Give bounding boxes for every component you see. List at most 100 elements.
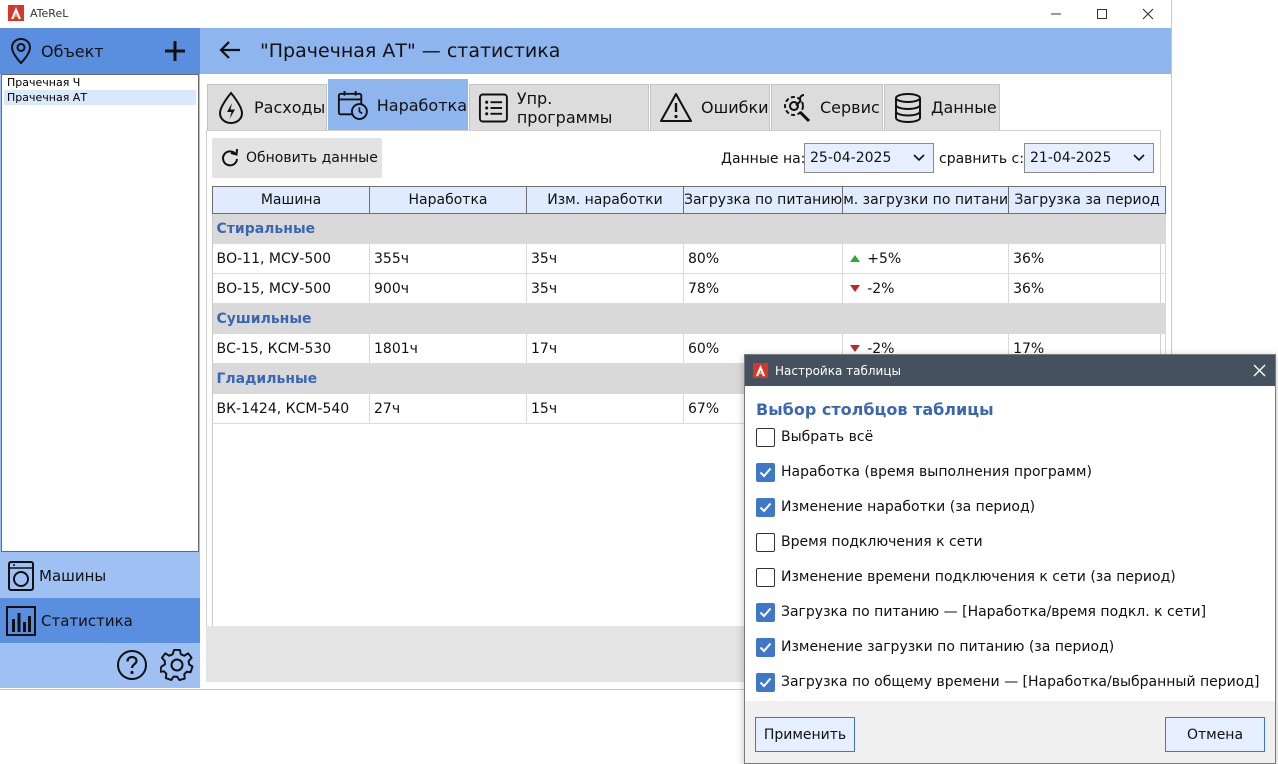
dialog-heading: Выбор столбцов таблицы bbox=[756, 400, 994, 419]
checkmark-icon bbox=[759, 607, 772, 617]
group-label: Сушильные bbox=[212, 303, 1166, 334]
calendar-clock-icon bbox=[337, 90, 368, 120]
option-runtime-change[interactable]: Изменение наработки (за период) bbox=[756, 497, 1035, 517]
option-connection-time-change[interactable]: Изменение времени подключения к сети (за… bbox=[756, 567, 1176, 587]
chevron-down-icon bbox=[1133, 154, 1145, 162]
tab-data-label: Данные bbox=[931, 98, 997, 117]
chevron-down-icon bbox=[913, 154, 925, 162]
column-header[interactable]: Изм. наработки bbox=[526, 186, 684, 214]
tab-bar: Расходы Наработка Упр. программы Ошибки … bbox=[200, 74, 1171, 130]
compare-select-value: 21-04-2025 bbox=[1030, 150, 1112, 166]
checkbox-unchecked[interactable] bbox=[756, 532, 775, 552]
tab-service-label: Сервис bbox=[820, 98, 880, 117]
checkbox-checked[interactable] bbox=[756, 637, 775, 657]
refresh-button[interactable]: Обновить данные bbox=[212, 138, 382, 178]
compare-date-select[interactable]: 21-04-2025 bbox=[1024, 143, 1154, 173]
column-header[interactable]: Загрузка по питанию bbox=[682, 186, 844, 214]
cell-period-load: 36% bbox=[1008, 243, 1167, 274]
minimize-button[interactable] bbox=[1033, 0, 1079, 28]
tab-data[interactable]: Данные bbox=[884, 84, 1000, 130]
add-object-icon[interactable] bbox=[164, 40, 186, 62]
column-header[interactable]: м. загрузки по питани bbox=[842, 186, 1010, 214]
maximize-button[interactable] bbox=[1079, 0, 1125, 28]
cell-runtime: 900ч bbox=[369, 273, 527, 304]
tab-service[interactable]: Сервис bbox=[771, 84, 883, 130]
option-label: Выбрать всё bbox=[781, 429, 874, 445]
cell-runtime: 27ч bbox=[369, 393, 527, 424]
table-row[interactable]: ВО-15, МСУ-500 900ч 35ч 78% -2% 36% bbox=[212, 273, 1167, 304]
page-title: "Прачечная АТ" — статистика bbox=[260, 40, 561, 62]
option-power-load[interactable]: Загрузка по питанию — [Наработка/время п… bbox=[756, 602, 1206, 622]
app-title: ATeReL bbox=[30, 7, 69, 20]
cell-runtime-change: 35ч bbox=[526, 243, 684, 274]
object-item-selected[interactable]: Прачечная АТ bbox=[4, 90, 196, 105]
checkbox-unchecked[interactable] bbox=[756, 427, 775, 447]
tab-program-control-label: Упр. программы bbox=[516, 88, 613, 127]
cell-machine: ВС-15, КСМ-530 bbox=[212, 333, 370, 364]
settings-gear-icon[interactable] bbox=[160, 648, 194, 682]
date-select[interactable]: 25-04-2025 bbox=[804, 143, 934, 173]
list-icon bbox=[478, 93, 508, 122]
checkbox-checked[interactable] bbox=[756, 672, 775, 692]
tab-runtime-label: Наработка bbox=[376, 95, 467, 115]
option-power-load-change[interactable]: Изменение загрузки по питанию (за период… bbox=[756, 637, 1114, 657]
location-pin-icon bbox=[10, 37, 32, 65]
service-gear-icon bbox=[784, 93, 811, 122]
apply-button[interactable]: Применить bbox=[755, 717, 855, 752]
nav-statistics[interactable]: Статистика bbox=[0, 598, 200, 643]
checkmark-icon bbox=[759, 677, 772, 687]
checkbox-checked[interactable] bbox=[756, 497, 775, 517]
trend-down-icon bbox=[850, 344, 861, 352]
app-logo-icon bbox=[8, 5, 24, 21]
dialog-title: Настройка таблицы bbox=[775, 364, 901, 378]
tab-program-control[interactable]: Упр. программы bbox=[469, 84, 649, 130]
checkbox-checked[interactable] bbox=[756, 602, 775, 622]
tab-errors-label: Ошибки bbox=[701, 98, 769, 117]
close-button[interactable] bbox=[1125, 0, 1171, 28]
table-row[interactable]: ВО-11, МСУ-500 355ч 35ч 80% +5% 36% bbox=[212, 243, 1167, 274]
option-connection-time[interactable]: Время подключения к сети bbox=[756, 532, 983, 552]
cell-runtime-change: 17ч bbox=[526, 333, 684, 364]
trend-down-icon bbox=[850, 284, 861, 292]
column-header[interactable]: Машина bbox=[212, 186, 370, 214]
group-row: Сушильные bbox=[212, 303, 1166, 334]
tab-errors[interactable]: Ошибки bbox=[650, 84, 770, 130]
close-icon bbox=[1142, 8, 1154, 20]
option-select-all[interactable]: Выбрать всё bbox=[756, 427, 873, 447]
date-label: Данные на: bbox=[721, 151, 806, 167]
back-arrow-icon[interactable] bbox=[219, 40, 241, 60]
cell-machine: ВО-15, МСУ-500 bbox=[212, 273, 370, 304]
checkbox-checked[interactable] bbox=[756, 462, 775, 482]
object-item[interactable]: Прачечная Ч bbox=[2, 75, 198, 90]
option-runtime[interactable]: Наработка (время выполнения программ) bbox=[756, 462, 1092, 482]
option-label: Загрузка по питанию — [Наработка/время п… bbox=[781, 604, 1207, 620]
option-label: Изменение загрузки по питанию (за период… bbox=[781, 639, 1115, 655]
cancel-button[interactable]: Отмена bbox=[1165, 717, 1265, 752]
column-header[interactable]: Загрузка за период bbox=[1008, 186, 1167, 214]
checkbox-unchecked[interactable] bbox=[756, 567, 775, 587]
help-icon[interactable] bbox=[116, 649, 148, 681]
sidebar: Объект Прачечная Ч Прачечная АТ Машины С… bbox=[0, 28, 200, 688]
dialog-close-icon[interactable] bbox=[1253, 364, 1266, 377]
column-header[interactable]: Наработка bbox=[369, 186, 527, 214]
content-header: "Прачечная АТ" — статистика bbox=[200, 28, 1171, 74]
nav-machines[interactable]: Машины bbox=[0, 553, 200, 598]
refresh-icon bbox=[222, 148, 238, 167]
cell-period-load: 36% bbox=[1008, 273, 1167, 304]
option-label: Изменение времени подключения к сети (за… bbox=[781, 569, 1176, 585]
bar-chart-icon bbox=[6, 605, 36, 636]
nav-statistics-label: Статистика bbox=[41, 611, 133, 630]
dialog-title-bar: Настройка таблицы bbox=[745, 355, 1275, 386]
tab-expenses[interactable]: Расходы bbox=[207, 84, 327, 130]
cell-machine: ВК-1424, КСМ-540 bbox=[212, 393, 370, 424]
cell-runtime-change: 15ч bbox=[526, 393, 684, 424]
tab-runtime[interactable]: Наработка bbox=[328, 79, 468, 130]
warning-icon bbox=[660, 92, 692, 122]
nav-machines-label: Машины bbox=[39, 566, 107, 585]
tab-expenses-label: Расходы bbox=[254, 98, 326, 117]
option-total-load[interactable]: Загрузка по общему времени — [Наработка/… bbox=[756, 672, 1259, 692]
cell-power-load: 78% bbox=[683, 273, 844, 304]
load-change-value: -2% bbox=[867, 280, 895, 297]
object-header: Объект bbox=[0, 28, 200, 74]
checkmark-icon bbox=[759, 642, 772, 652]
